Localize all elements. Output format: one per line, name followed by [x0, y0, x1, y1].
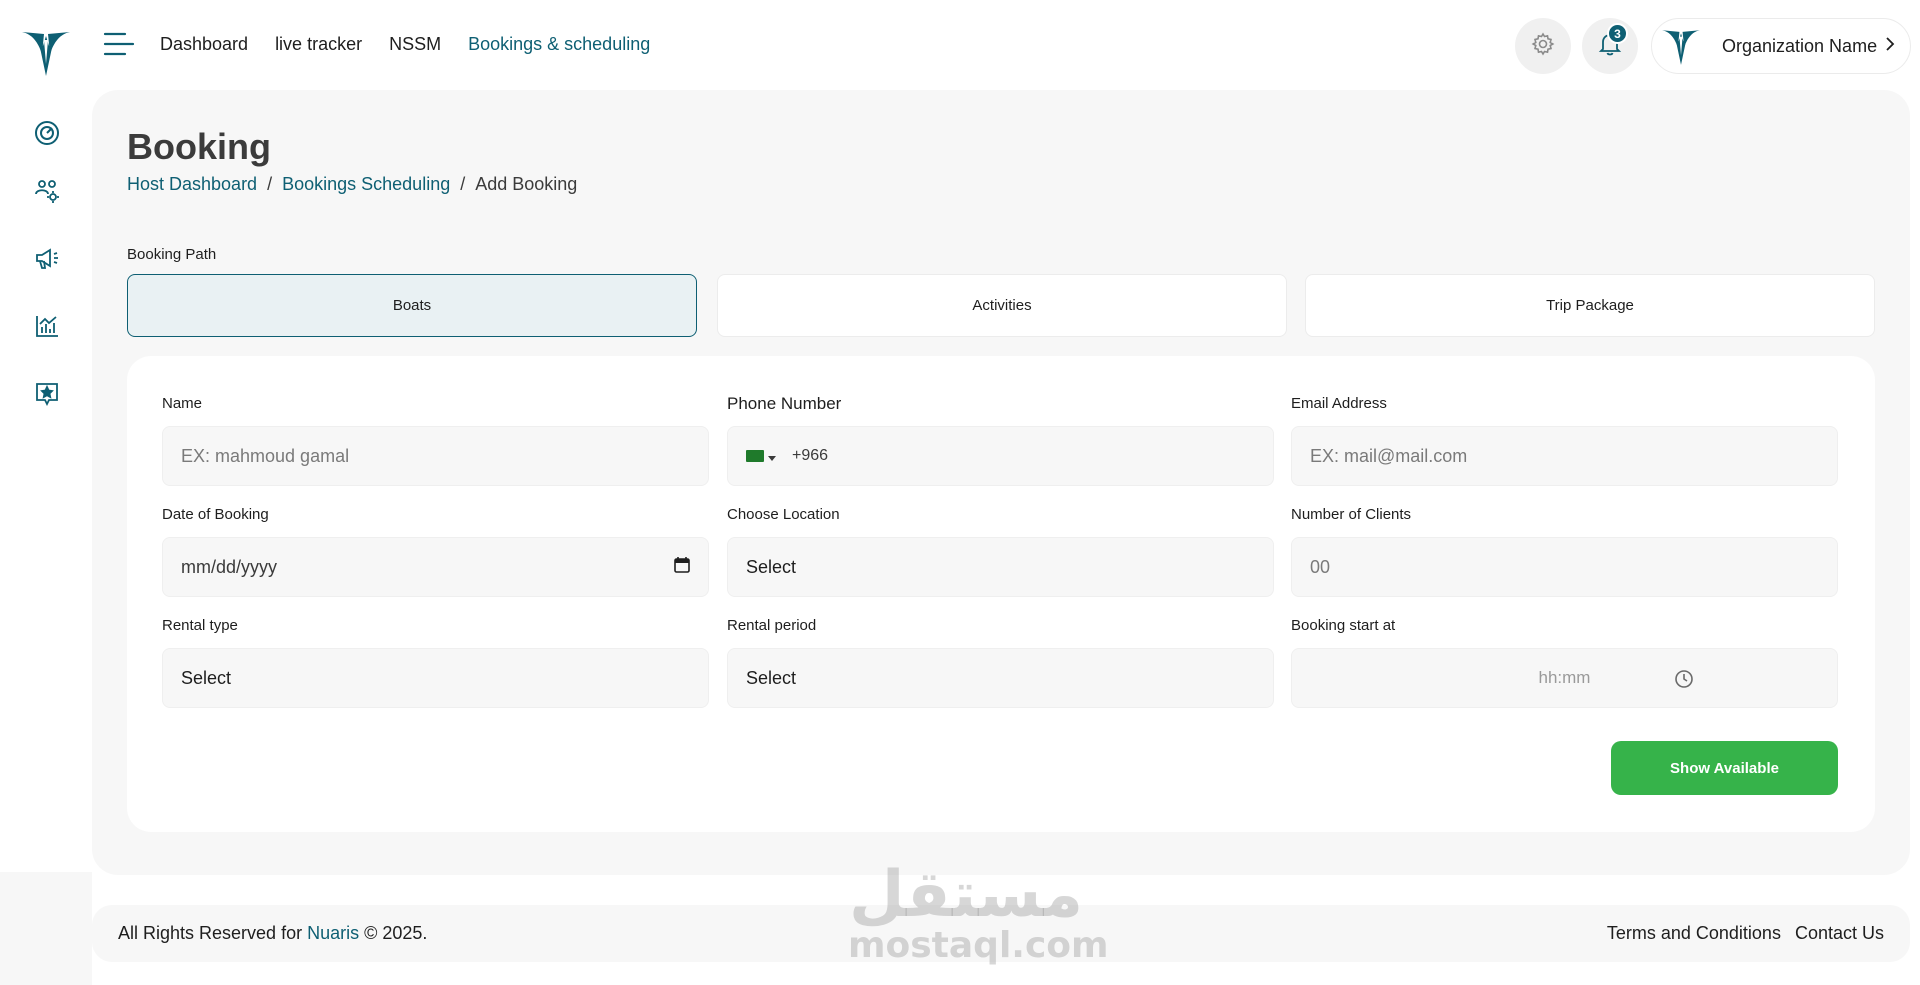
gear-icon [1531, 31, 1555, 61]
rental-period-field-group: Rental period Select [727, 616, 1274, 708]
date-field-group: Date of Booking mm/dd/yyyy [162, 505, 709, 597]
phone-field-box: +966 [727, 426, 1274, 486]
nav-bookings-scheduling[interactable]: Bookings & scheduling [468, 28, 650, 60]
clients-input[interactable] [1310, 556, 1819, 578]
main-content: Booking Host Dashboard / Bookings Schedu… [92, 90, 1910, 875]
breadcrumb-separator: / [267, 174, 273, 194]
brand-logo[interactable] [18, 24, 74, 80]
copyright-prefix: All Rights Reserved for [118, 923, 308, 943]
calendar-icon[interactable] [674, 556, 690, 578]
megaphone-icon[interactable] [32, 243, 62, 273]
rental-type-select-value: Select [181, 667, 232, 688]
show-available-button[interactable]: Show Available [1611, 741, 1838, 795]
booking-path-label: Booking Path [127, 246, 217, 263]
gauge-icon[interactable] [32, 118, 62, 148]
notification-count-badge: 3 [1607, 23, 1628, 44]
organization-name: Organization Name [1722, 35, 1878, 56]
settings-button[interactable] [1515, 18, 1571, 74]
name-input[interactable] [181, 445, 690, 467]
breadcrumb-host-dashboard[interactable]: Host Dashboard [127, 174, 257, 195]
analytics-chart-icon[interactable] [32, 311, 62, 341]
start-at-placeholder: hh:mm [1538, 668, 1591, 687]
email-field-group: Email Address [1291, 394, 1838, 486]
sidebar [0, 0, 92, 985]
footer-links: Terms and Conditions Contact Us [1607, 923, 1884, 944]
location-select-value: Select [746, 556, 797, 577]
copyright-suffix: © 2025. [359, 923, 428, 943]
chevron-right-icon [1885, 36, 1895, 56]
dial-code[interactable]: +966 [792, 447, 828, 465]
terms-link[interactable]: Terms and Conditions [1607, 923, 1781, 944]
clients-label: Number of Clients [1291, 506, 1412, 523]
rental-type-select[interactable]: Select [162, 648, 709, 708]
tab-activities[interactable]: Activities [717, 274, 1287, 337]
clients-field-group: Number of Clients [1291, 505, 1838, 597]
email-field-box [1291, 426, 1838, 486]
saudi-arabia-flag-icon [746, 450, 764, 462]
phone-field-group: Phone Number +966 [727, 394, 1274, 486]
start-at-label: Booking start at [1291, 617, 1396, 634]
caret-down-icon [768, 446, 776, 467]
email-label: Email Address [1291, 395, 1387, 412]
organization-logo [1658, 23, 1704, 69]
rental-period-select-value: Select [746, 667, 797, 688]
contact-link[interactable]: Contact Us [1795, 923, 1884, 944]
booking-form: Name Phone Number +966 Email Address [127, 356, 1875, 832]
rental-type-label: Rental type [162, 617, 238, 634]
team-settings-icon[interactable] [32, 176, 62, 206]
tab-boats[interactable]: Boats [127, 274, 697, 337]
organization-switcher[interactable]: Organization Name [1651, 18, 1911, 74]
nav-dashboard[interactable]: Dashboard [160, 28, 248, 60]
location-select[interactable]: Select [727, 537, 1274, 597]
breadcrumb-separator: / [460, 174, 466, 194]
country-code-selector[interactable] [746, 446, 776, 467]
rental-period-label: Rental period [727, 617, 817, 634]
name-label: Name [162, 395, 203, 412]
breadcrumb-add-booking: Add Booking [475, 174, 578, 194]
brand-link[interactable]: Nuaris [307, 923, 359, 943]
breadcrumb: Host Dashboard / Bookings Scheduling / A… [127, 174, 577, 195]
sidebar-footer-area [0, 872, 92, 985]
date-input[interactable]: mm/dd/yyyy [162, 537, 709, 597]
date-placeholder: mm/dd/yyyy [181, 556, 278, 577]
notifications-button[interactable]: 3 [1582, 18, 1638, 74]
tab-trip-package[interactable]: Trip Package [1305, 274, 1875, 337]
location-label: Choose Location [727, 506, 840, 523]
start-at-field-group: Booking start at hh:mm [1291, 616, 1838, 708]
location-field-group: Choose Location Select [727, 505, 1274, 597]
clients-field-box [1291, 537, 1838, 597]
footer: All Rights Reserved for Nuaris © 2025. T… [92, 905, 1910, 962]
nav-live-tracker[interactable]: live tracker [275, 28, 362, 60]
breadcrumb-bookings-scheduling[interactable]: Bookings Scheduling [282, 174, 450, 195]
rental-type-field-group: Rental type Select [162, 616, 709, 708]
hamburger-menu-icon[interactable] [103, 31, 135, 57]
page-title: Booking [127, 126, 271, 167]
name-field-group: Name [162, 394, 709, 486]
rental-period-select[interactable]: Select [727, 648, 1274, 708]
email-input[interactable] [1310, 445, 1819, 467]
phone-label: Phone Number [727, 394, 842, 413]
top-navigation: Dashboard live tracker NSSM Bookings & s… [160, 28, 650, 60]
nav-nssm[interactable]: NSSM [389, 28, 441, 60]
start-at-time-input[interactable]: hh:mm [1291, 648, 1838, 708]
clock-icon[interactable] [1674, 669, 1694, 694]
date-label: Date of Booking [162, 506, 269, 523]
star-badge-icon[interactable] [32, 379, 62, 409]
name-field-box [162, 426, 709, 486]
copyright-text: All Rights Reserved for Nuaris © 2025. [118, 923, 427, 944]
